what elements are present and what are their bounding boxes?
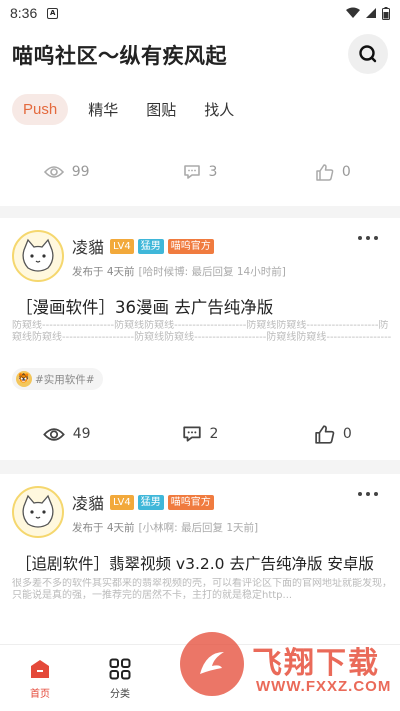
post-title[interactable]: ［追剧软件］翡翠视频 v3.2.0 去广告纯净版 安卓版: [16, 552, 374, 574]
battery-icon: [382, 6, 390, 20]
official-badge: 喵呜官方: [167, 238, 214, 254]
nav-category[interactable]: 分类: [80, 645, 160, 711]
notification-icon: A: [47, 7, 59, 19]
post-excerpt: 防窥线--------------------防窥线防窥线-----------…: [12, 320, 392, 343]
search-icon: [359, 45, 377, 63]
post-card[interactable]: 凌貓 LV4 猛男 喵呜官方 发布于 4天前 [小林啊: 最后回复 1天前] ［…: [0, 474, 400, 644]
comment-count-value: 3: [208, 164, 218, 180]
post-card-partial[interactable]: 99 3 0: [0, 138, 400, 206]
level-badge: LV4: [110, 494, 134, 510]
signal-icon: [366, 8, 376, 18]
title-badge: 猛男: [137, 494, 164, 510]
last-reply: [哈时候博: 最后回复 14小时前]: [138, 266, 286, 278]
author-info: 凌貓 LV4 猛男 喵呜官方 发布于 4天前 [哈时候博: 最后回复 14小时前…: [72, 230, 286, 282]
comment-icon: [183, 165, 200, 179]
last-reply: [小林啊: 最后回复 1天前]: [138, 522, 259, 534]
post-stats: 99 3 0: [0, 138, 400, 206]
post-time: 发布于 4天前: [72, 522, 135, 534]
post-meta: 发布于 4天前 [哈时候博: 最后回复 14小时前]: [72, 264, 286, 279]
author-name[interactable]: 凌貓: [72, 234, 104, 258]
avatar[interactable]: [12, 230, 64, 282]
view-count-value: 99: [71, 164, 90, 180]
home-icon: [28, 657, 52, 681]
wifi-icon: [346, 7, 360, 18]
nav-item-4[interactable]: [240, 645, 320, 711]
comment-count-value: 2: [209, 426, 219, 442]
more-options-icon[interactable]: [358, 492, 378, 496]
tab-bar: Push 精华 图贴 找人: [12, 92, 242, 127]
post-excerpt: 很多差不多的软件其实都来的翡翠视频的壳，可以看评论区下面的官网地址就能发现，只能…: [12, 578, 392, 601]
avatar[interactable]: [12, 486, 64, 538]
nav-category-label: 分类: [110, 689, 130, 700]
nav-home-label: 首页: [30, 689, 50, 700]
topic-tag[interactable]: 🐯 #实用软件#: [12, 368, 103, 390]
author-row: 凌貓 LV4 猛男 喵呜官方 发布于 4天前 [小林啊: 最后回复 1天前]: [12, 486, 258, 538]
author-name[interactable]: 凌貓: [72, 490, 104, 514]
topic-tag-label: #实用软件#: [35, 373, 95, 386]
comment-count[interactable]: 3: [133, 164, 266, 180]
post-meta: 发布于 4天前 [小林啊: 最后回复 1天前]: [72, 520, 258, 535]
bottom-nav: 首页 分类: [0, 644, 400, 711]
like-count-value: 0: [341, 164, 351, 180]
comment-icon: [182, 426, 201, 442]
view-count: 99: [0, 164, 133, 180]
more-options-icon[interactable]: [358, 236, 378, 240]
app-title: 喵呜社区～纵有疾风起: [12, 44, 227, 68]
eye-icon: [43, 166, 64, 178]
tab-push[interactable]: Push: [12, 94, 69, 125]
post-card[interactable]: 凌貓 LV4 猛男 喵呜官方 发布于 4天前 [哈时候博: 最后回复 14小时前…: [0, 218, 400, 460]
grid-icon: [108, 657, 132, 681]
thumbs-up-icon: [315, 424, 335, 444]
nav-item-3[interactable]: [160, 645, 240, 711]
cat-avatar-icon: [22, 494, 54, 528]
view-count-value: 49: [72, 426, 91, 442]
author-info: 凌貓 LV4 猛男 喵呜官方 发布于 4天前 [小林啊: 最后回复 1天前]: [72, 486, 258, 538]
post-stats: 49 2 0: [0, 414, 400, 454]
author-name-line: 凌貓 LV4 猛男 喵呜官方: [72, 490, 258, 514]
level-badge: LV4: [110, 238, 134, 254]
author-name-line: 凌貓 LV4 猛男 喵呜官方: [72, 234, 286, 258]
post-title[interactable]: ［漫画软件］36漫画 去广告纯净版: [16, 294, 273, 318]
search-button[interactable]: [348, 34, 388, 74]
author-row: 凌貓 LV4 猛男 喵呜官方 发布于 4天前 [哈时候博: 最后回复 14小时前…: [12, 230, 286, 282]
thumbs-up-icon: [316, 163, 334, 181]
nav-item-5[interactable]: [320, 645, 400, 711]
post-time: 发布于 4天前: [72, 266, 135, 278]
status-time: 8:36: [10, 5, 38, 21]
nav-home[interactable]: 首页: [0, 645, 80, 711]
comment-count[interactable]: 2: [133, 425, 266, 443]
title-badge: 猛男: [137, 238, 164, 254]
like-count[interactable]: 0: [267, 424, 400, 444]
tab-find-people[interactable]: 找人: [196, 92, 242, 127]
tab-image-posts[interactable]: 图贴: [138, 92, 184, 127]
official-badge: 喵呜官方: [167, 494, 214, 510]
status-bar: 8:36 A: [0, 0, 400, 26]
eye-icon: [42, 427, 65, 441]
cat-avatar-icon: [22, 238, 54, 272]
app-header: 喵呜社区～纵有疾风起 Push 精华 图贴 找人: [0, 26, 400, 138]
tab-featured[interactable]: 精华: [80, 92, 126, 127]
like-count[interactable]: 0: [267, 163, 400, 181]
view-count: 49: [0, 426, 133, 442]
tiger-icon: 🐯: [16, 371, 32, 387]
like-count-value: 0: [342, 426, 352, 442]
